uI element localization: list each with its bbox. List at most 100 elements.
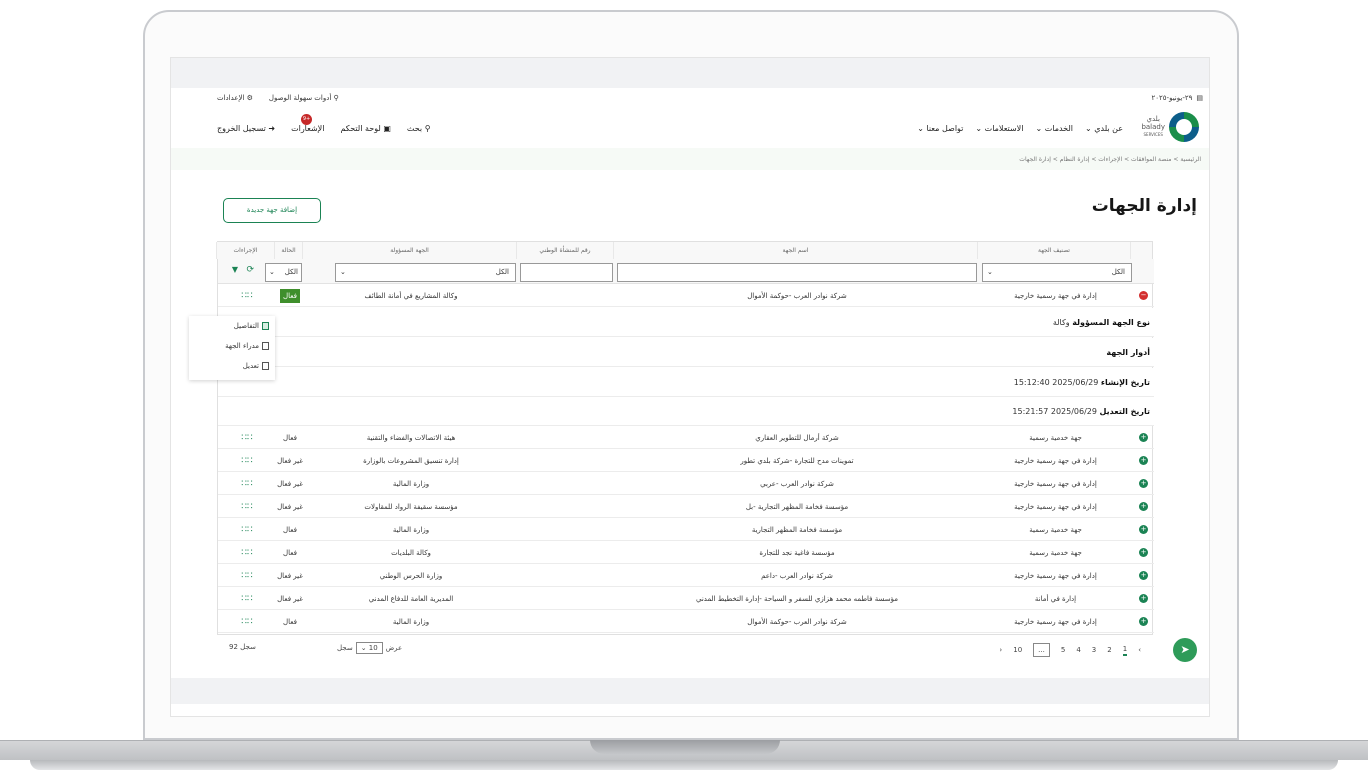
menu-contact[interactable]: تواصل معنا ⌄ [917,124,963,133]
accessibility-icon: ⚲ [333,94,339,102]
menu-about[interactable]: عن بلدي ⌄ [1085,124,1123,133]
cell-national-id [518,588,615,610]
nav-actions: ⚲ بحث ▣ لوحة التحكم +9 الإشعارات ➜ تسجيل… [217,114,431,133]
actions-menu-icon[interactable]: ∷∷ [218,519,276,541]
classification-filter[interactable]: الكل ⌄ [982,263,1132,282]
page-size-select[interactable]: 10 ⌄ [355,642,383,654]
actions-menu-icon[interactable]: ∷∷ [218,473,276,495]
table-row[interactable]: + جهة خدمية رسمية مؤسسة فاغية نجد للتجارة و… [218,542,1154,564]
table-row[interactable]: + إدارة في جهة رسمية خارجية شركة نوادر الع… [218,565,1154,587]
status-badge: فعال [280,289,300,303]
expand-icon[interactable]: + [1139,502,1148,511]
cell-national-id [518,285,615,307]
cell-national-id [518,565,615,587]
actions-menu-icon[interactable]: ∷∷ [218,285,276,307]
table-row[interactable]: + إدارة في أمانة مؤسسة فاطمه محمد هزازي لل… [218,588,1154,610]
national-id-filter-input[interactable] [520,263,613,282]
expand-icon[interactable]: + [1139,571,1148,580]
cell-name: مؤسسة فخامة المظهر التجارية -بل [745,503,849,511]
menu-item-details[interactable]: التفاصيل [189,316,275,336]
table-row[interactable]: + جهة خدمية رسمية شركة أرمال للتطوير العقا… [218,427,1154,449]
total-records: 92 سجل [229,643,256,651]
menu-item-managers[interactable]: مدراء الجهة [189,336,275,356]
page-1[interactable]: 1 [1122,645,1128,656]
refresh-icon[interactable]: ⟳ [246,265,254,275]
menu-services[interactable]: الخدمات ⌄ [1035,124,1073,133]
add-entity-button[interactable]: إضافة جهة جديدة [223,198,321,223]
status-filter[interactable]: الكل ⌄ [265,263,302,282]
cell-name: شركة نوادر العرب -عربي [760,480,834,488]
collapse-icon[interactable]: − [1139,291,1148,300]
cell-name: شركة نوادر العرب -داعم [761,572,833,580]
cell-classification: إدارة في جهة رسمية خارجية [1014,457,1097,465]
menu-inquiries[interactable]: الاستعلامات ⌄ [975,124,1023,133]
cell-status: فعال [283,434,297,442]
balady-logo[interactable]: بلدي balady SERVICES [1141,112,1199,142]
date-text: ٢٩-يونيو-٢٠٢٥ [1151,94,1193,102]
cell-national-id [518,450,615,472]
expand-icon[interactable]: + [1139,456,1148,465]
next-page-icon[interactable]: ‹ [999,646,1002,654]
dashboard-button[interactable]: ▣ لوحة التحكم [340,124,390,133]
logout-button[interactable]: ➜ تسجيل الخروج [217,124,275,133]
table-row[interactable]: + إدارة في جهة رسمية خارجية مؤسسة فخامة ال… [218,496,1154,518]
table-row[interactable]: + جهة خدمية رسمية مؤسسة فخامة المظهر التجا… [218,519,1154,541]
menu-item-edit-label: تعديل [242,362,259,370]
accessibility-link[interactable]: ⚲ أدوات سهولة الوصول [269,94,339,102]
filter-icon[interactable]: ▼ [232,265,238,274]
page-ellipsis[interactable]: ... [1033,643,1050,657]
expand-icon[interactable]: + [1139,479,1148,488]
page-2[interactable]: 2 [1107,646,1111,654]
records-label: سجل [337,644,353,652]
table-row-expanded[interactable]: − إدارة في جهة رسمية خارجية شركة نوادر ا… [218,285,1154,307]
cell-name: تموينات مدح للتجارة -شركة بلدي تطور [740,457,854,465]
page-5[interactable]: 5 [1061,646,1065,654]
logo-sub: SERVICES [1143,132,1163,137]
actions-menu-icon[interactable]: ∷∷ [218,565,276,587]
detail-roles-label: أدوار الجهة [1106,348,1150,357]
actions-menu-icon[interactable]: ∷∷ [218,427,276,449]
actions-menu-icon[interactable]: ∷∷ [218,450,276,472]
laptop-base [0,740,1368,774]
cell-name: مؤسسة فخامة المظهر التجارية [751,526,843,534]
cell-classification: جهة خدمية رسمية [1029,434,1082,442]
cell-responsible: وكالة المشاريع في أمانة الطائف [364,292,458,300]
table-row[interactable]: + إدارة في جهة رسمية خارجية شركة نوادر الع… [218,473,1154,495]
nav-menu: عن بلدي ⌄ الخدمات ⌄ الاستعلامات ⌄ تواصل … [917,124,1123,133]
table-row[interactable]: + إدارة في جهة رسمية خارجية تموينات مدح لل… [218,450,1154,472]
page-3[interactable]: 3 [1092,646,1096,654]
table-row[interactable]: + إدارة في جهة رسمية خارجية شركة نوادر الع… [218,611,1154,633]
actions-menu-icon[interactable]: ∷∷ [218,588,276,610]
expand-icon[interactable]: + [1139,525,1148,534]
expand-icon[interactable]: + [1139,433,1148,442]
cell-classification: جهة خدمية رسمية [1029,549,1082,557]
responsible-filter[interactable]: الكل ⌄ [335,263,516,282]
classification-filter-value: الكل [1111,268,1125,276]
cell-responsible: إدارة تنسيق المشروعات بالوزارة [363,457,459,465]
notifications-button[interactable]: +9 الإشعارات [291,114,325,133]
search-icon: ⚲ [424,124,431,133]
expand-icon[interactable]: + [1139,548,1148,557]
detail-type-value: وكالة [1052,318,1070,327]
actions-menu-icon[interactable]: ∷∷ [218,496,276,518]
cell-responsible: وزارة المالية [392,480,430,488]
search-button[interactable]: ⚲ بحث [407,124,431,133]
actions-menu-icon[interactable]: ∷∷ [218,542,276,564]
actions-menu-icon[interactable]: ∷∷ [218,611,276,633]
menu-item-edit[interactable]: تعديل [189,356,275,376]
notifications-label: الإشعارات [291,124,325,133]
page-10[interactable]: 10 [1013,646,1022,654]
expand-icon[interactable]: + [1139,617,1148,626]
prev-page-icon[interactable]: › [1138,646,1141,654]
breadcrumb[interactable]: الرئيسية > منصة الموافقات > الإجراءات > … [1019,156,1201,163]
page-4[interactable]: 4 [1076,646,1080,654]
cell-responsible: هيئة الاتصالات والفضاء والتقنية [366,434,456,442]
send-fab-button[interactable]: ➤ [1173,638,1197,662]
detail-created-value: 2025/06/29 15:12:40 [1013,378,1099,387]
accessibility-label: أدوات سهولة الوصول [268,94,332,102]
expand-icon[interactable]: + [1139,594,1148,603]
cell-responsible: مؤسسة سقيفة الرواد للمقاولات [364,503,458,511]
settings-link[interactable]: ⚙ الإعدادات [217,94,253,102]
name-filter-input[interactable] [617,263,977,282]
footer-bar [171,678,1209,704]
